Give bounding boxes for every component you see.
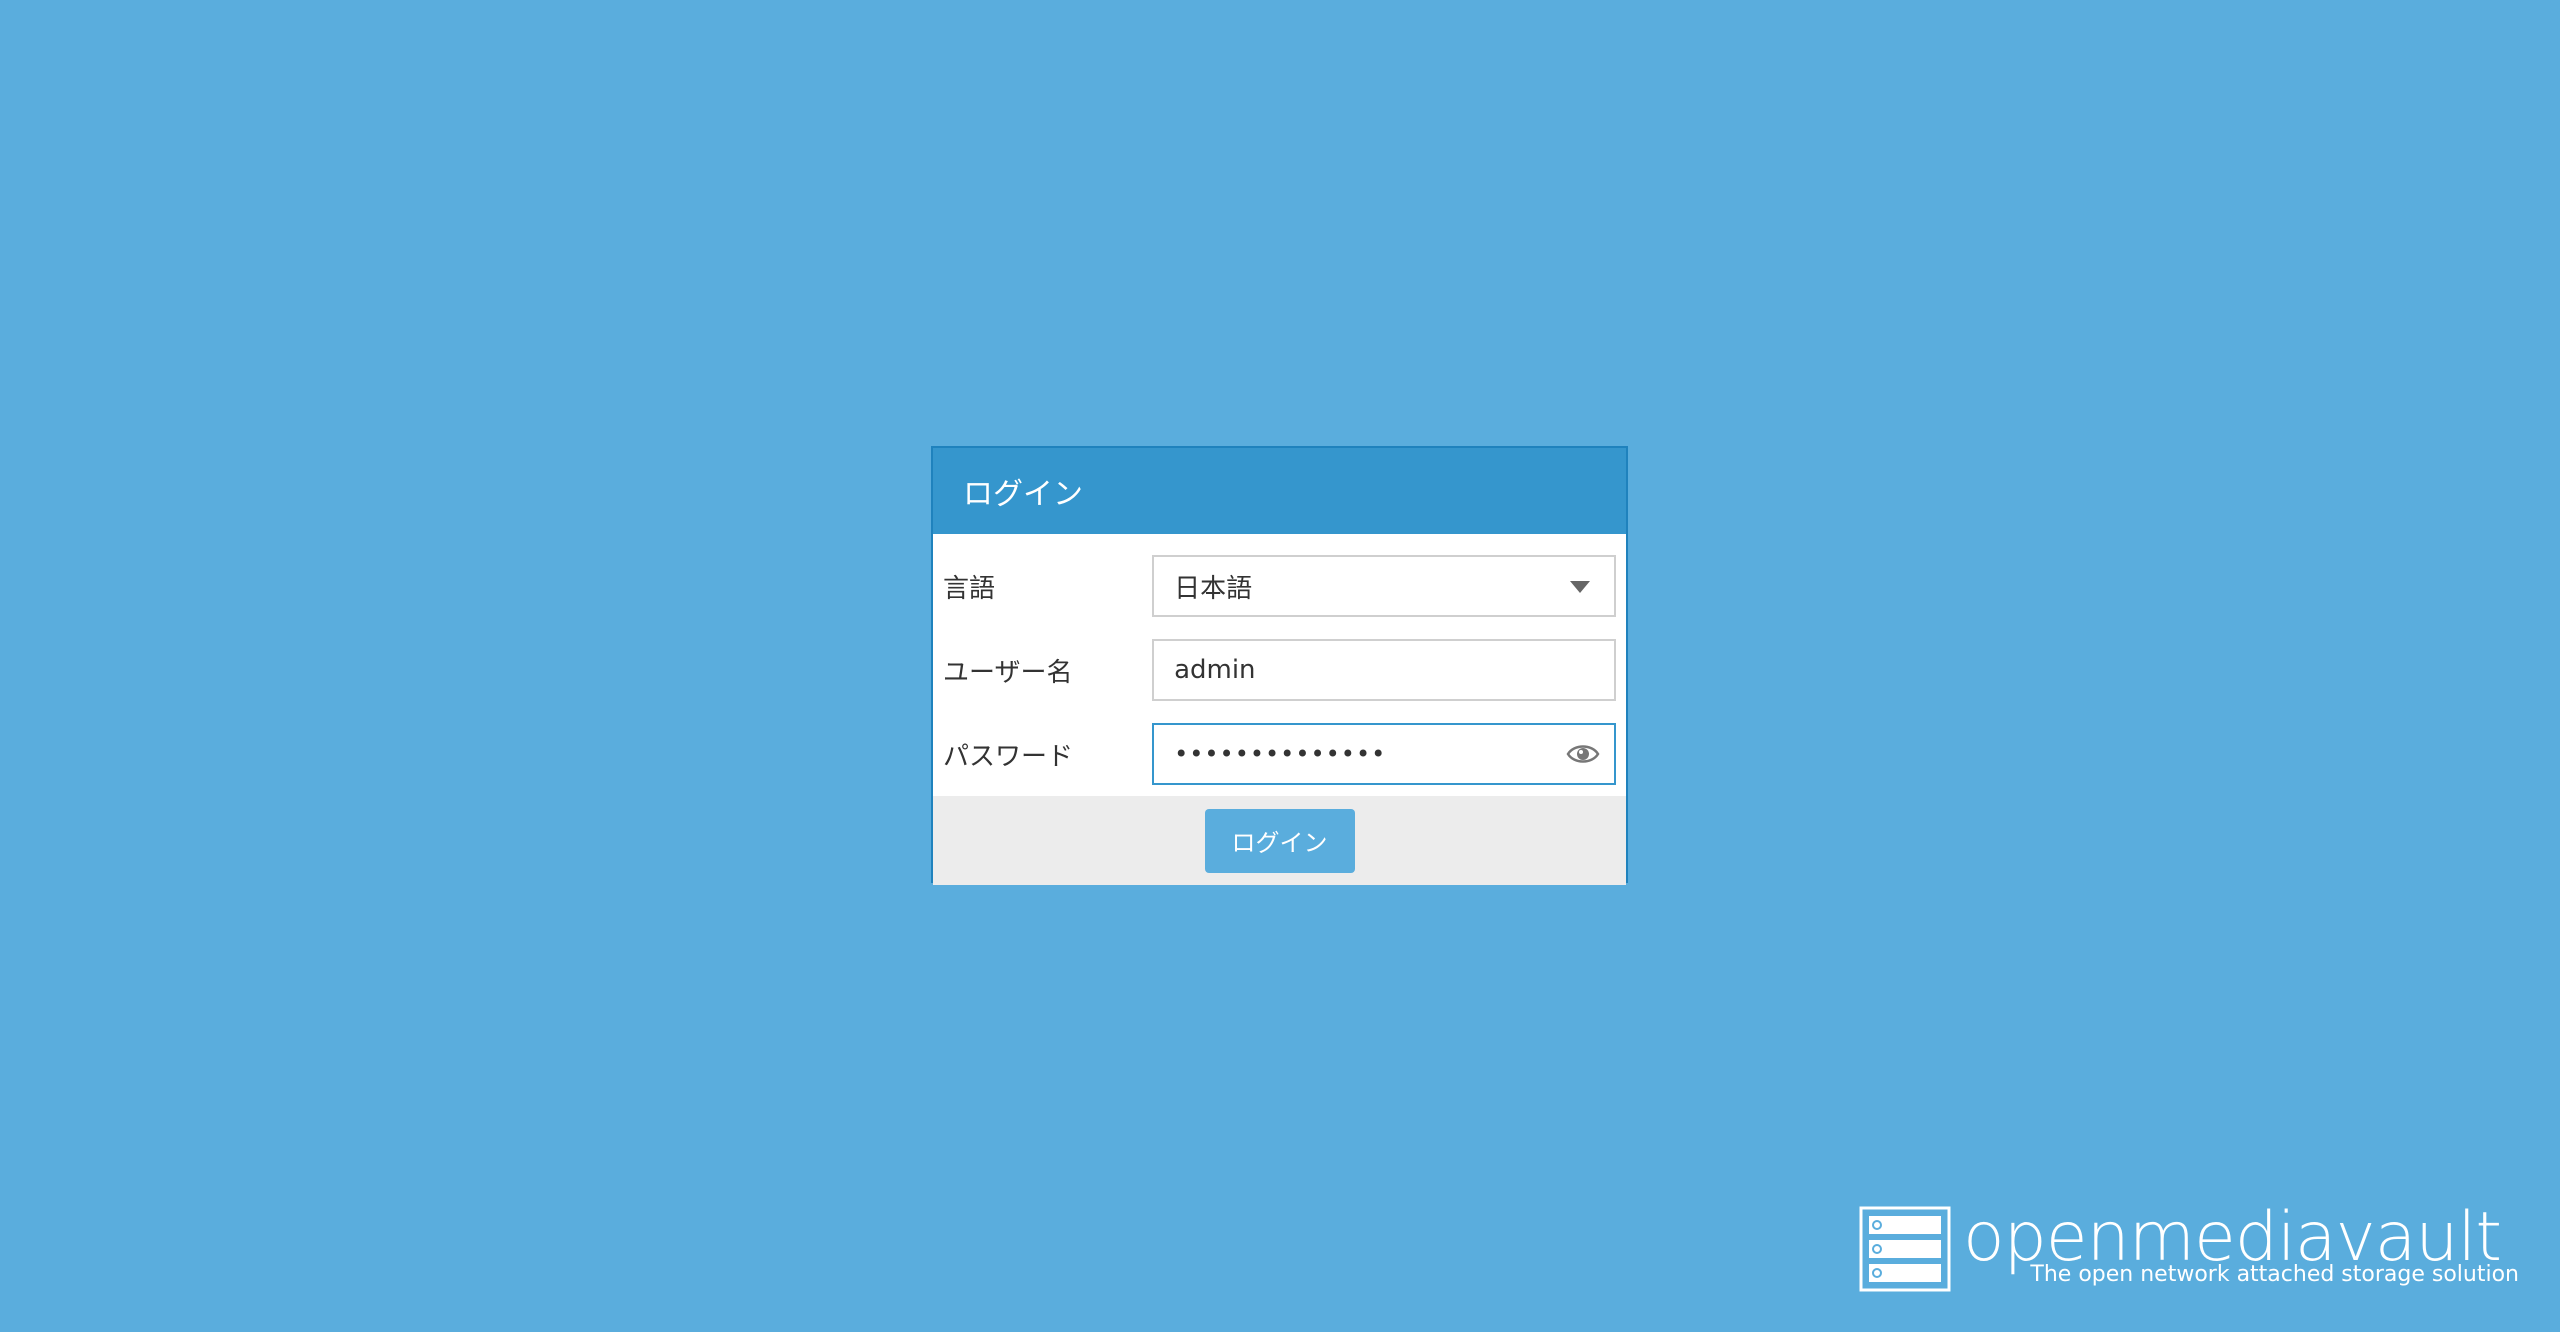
password-label: パスワード <box>943 741 1074 772</box>
dialog-title: ログイン <box>963 477 1083 512</box>
eye-icon[interactable] <box>1566 740 1600 768</box>
language-select[interactable]: 日本語 <box>1152 555 1616 617</box>
language-selected-value: 日本語 <box>1174 573 1253 604</box>
password-row: パスワード <box>943 712 1616 796</box>
login-page: ログイン 言語 日本語 ユーザー名 パスワード <box>0 0 2560 1332</box>
dialog-body: 言語 日本語 ユーザー名 パスワード <box>933 534 1626 796</box>
username-label: ユーザー名 <box>943 657 1073 688</box>
username-input[interactable] <box>1154 641 1614 699</box>
chevron-down-icon[interactable] <box>1570 581 1590 593</box>
server-rack-icon <box>1859 1206 1951 1292</box>
username-field-wrapper <box>1152 639 1616 701</box>
language-label: 言語 <box>943 573 996 604</box>
brand-tagline: The open network attached storage soluti… <box>2030 1262 2519 1287</box>
login-dialog: ログイン 言語 日本語 ユーザー名 パスワード <box>931 446 1628 885</box>
login-button[interactable]: ログイン <box>1204 808 1355 873</box>
password-field-wrapper <box>1152 723 1616 785</box>
language-row: 言語 日本語 <box>943 544 1616 628</box>
brand: openmediavault The open network attached… <box>1859 1198 2519 1292</box>
dialog-header: ログイン <box>933 448 1626 534</box>
password-input[interactable] <box>1154 725 1614 783</box>
dialog-footer: ログイン <box>933 796 1626 885</box>
username-row: ユーザー名 <box>943 628 1616 712</box>
